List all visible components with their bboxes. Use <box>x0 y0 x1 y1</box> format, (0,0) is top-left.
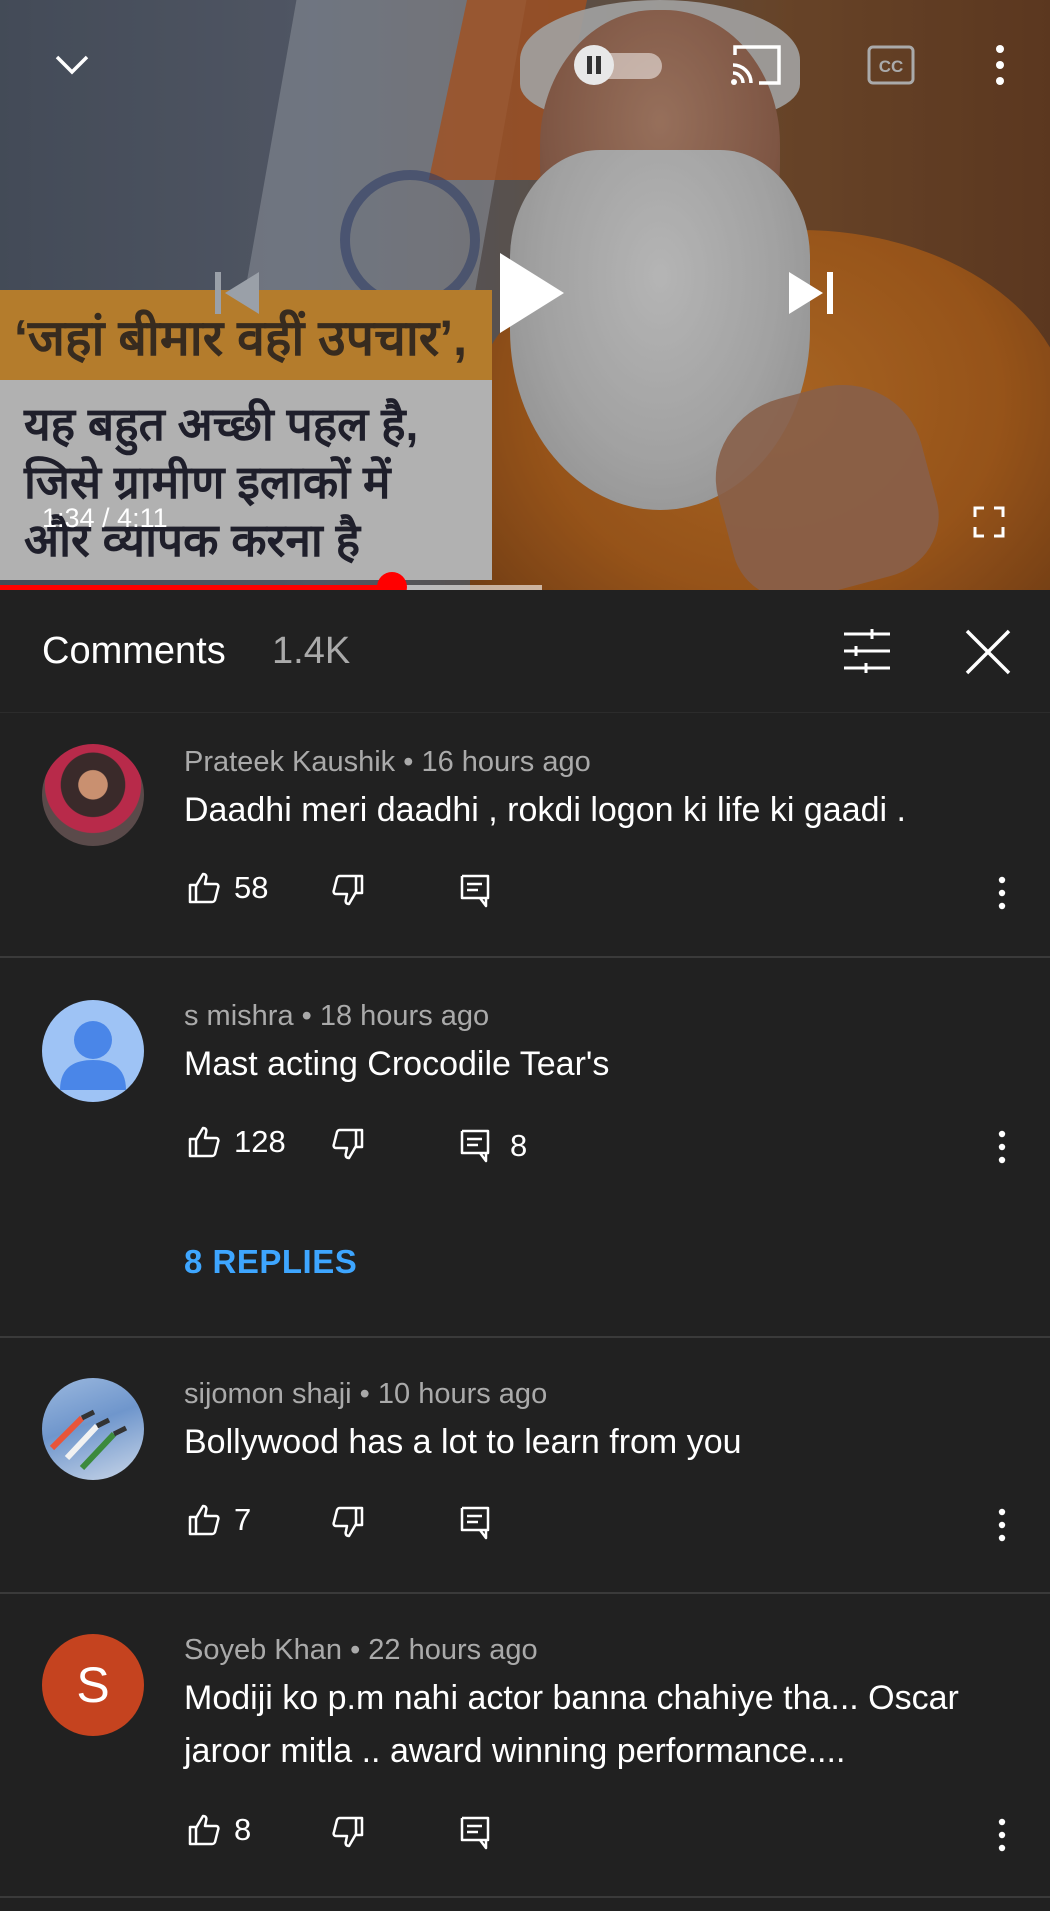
more-vert-icon <box>998 1130 1006 1164</box>
aircraft-formation-avatar <box>49 1409 128 1471</box>
view-replies-link[interactable]: 8 REPLIES <box>184 1243 357 1281</box>
comment-more-button[interactable] <box>995 876 1009 910</box>
reply-button[interactable] <box>460 1506 490 1540</box>
comment-author-meta[interactable]: s mishra • 18 hours ago <box>184 1000 489 1033</box>
avatar[interactable] <box>42 1378 144 1480</box>
reply-icon <box>460 874 490 908</box>
reply-icon <box>460 1129 490 1163</box>
filter-icon <box>844 629 890 673</box>
comment-author-meta[interactable]: Prateek Kaushik • 16 hours ago <box>184 746 591 779</box>
svg-text:CC: CC <box>879 57 904 76</box>
video-player[interactable]: ‘जहां बीमार वहीं उपचार’, यह बहुत अच्छी प… <box>0 0 1050 590</box>
fullscreen-button[interactable] <box>972 505 1006 539</box>
autoplay-toggle-knob <box>574 45 614 85</box>
dislike-button[interactable] <box>332 874 364 906</box>
captions-icon: CC <box>867 45 915 85</box>
next-button[interactable] <box>786 268 836 318</box>
captions-button[interactable]: CC <box>866 44 916 86</box>
comment-more-button[interactable] <box>995 1508 1009 1542</box>
play-icon <box>500 253 564 333</box>
player-more-button[interactable] <box>990 44 1010 86</box>
close-icon <box>965 629 1011 675</box>
fullscreen-icon <box>973 506 1005 538</box>
like-button[interactable]: 58 <box>188 870 268 906</box>
cast-button[interactable] <box>728 42 784 88</box>
dislike-button[interactable] <box>332 1816 364 1848</box>
close-comments-button[interactable] <box>964 628 1012 676</box>
sort-comments-button[interactable] <box>842 628 892 674</box>
like-icon <box>188 1814 220 1846</box>
comment-more-button[interactable] <box>995 1130 1009 1164</box>
comment-author-meta[interactable]: Soyeb Khan • 22 hours ago <box>184 1634 538 1667</box>
dislike-icon <box>332 1128 364 1160</box>
like-button[interactable]: 128 <box>188 1124 286 1160</box>
like-count: 7 <box>234 1502 252 1537</box>
comment-text: Daadhi meri daadhi , rokdi logon ki life… <box>184 791 906 829</box>
more-vert-icon <box>998 1818 1006 1852</box>
comments-title: Comments <box>42 630 226 672</box>
more-vert-icon <box>996 45 1004 85</box>
next-icon <box>789 272 833 314</box>
like-icon <box>188 872 220 904</box>
dislike-button[interactable] <box>332 1128 364 1160</box>
default-avatar-icon <box>60 1021 126 1090</box>
avatar[interactable] <box>42 1000 144 1102</box>
playback-time: 1:34 / 4:11 <box>42 503 168 533</box>
more-vert-icon <box>998 876 1006 910</box>
comment-text: Modiji ko p.m nahi actor banna chahiye t… <box>184 1679 959 1770</box>
dislike-button[interactable] <box>332 1506 364 1538</box>
chevron-down-icon <box>55 55 89 75</box>
avatar[interactable]: S <box>42 1634 144 1736</box>
reply-icon <box>460 1816 490 1850</box>
comment-item: Prateek Kaushik • 16 hours ago Daadhi me… <box>0 714 1050 958</box>
like-button[interactable]: 8 <box>188 1812 251 1848</box>
play-button[interactable] <box>496 250 568 336</box>
pause-icon <box>587 56 601 74</box>
reply-icon <box>460 1506 490 1540</box>
comment-item: s mishra • 18 hours ago Mast acting Croc… <box>0 958 1050 1338</box>
minimize-button[interactable] <box>50 45 94 85</box>
avatar[interactable] <box>42 744 144 846</box>
previous-icon <box>215 272 259 314</box>
like-count: 8 <box>234 1812 252 1847</box>
comments-count: 1.4K <box>272 630 351 672</box>
cast-icon <box>731 45 781 85</box>
dislike-icon <box>332 1506 364 1538</box>
autoplay-toggle[interactable] <box>574 45 666 85</box>
like-count: 128 <box>234 1124 286 1159</box>
comment-text: Bollywood has a lot to learn from you <box>184 1423 742 1461</box>
more-vert-icon <box>998 1508 1006 1542</box>
like-icon <box>188 1504 220 1536</box>
dislike-icon <box>332 874 364 906</box>
comment-item: S Soyeb Khan • 22 hours ago Modiji ko p.… <box>0 1594 1050 1898</box>
like-button[interactable]: 7 <box>188 1502 251 1538</box>
comment-author-meta[interactable]: sijomon shaji • 10 hours ago <box>184 1378 547 1411</box>
comment-more-button[interactable] <box>995 1818 1009 1852</box>
dislike-icon <box>332 1816 364 1848</box>
like-count: 58 <box>234 870 269 905</box>
reply-button[interactable] <box>460 1816 490 1850</box>
reply-button[interactable] <box>460 874 490 908</box>
like-icon <box>188 1126 220 1158</box>
previous-button[interactable] <box>212 268 262 318</box>
reply-button[interactable]: 8 <box>460 1128 527 1164</box>
comment-text: Mast acting Crocodile Tear's <box>184 1045 610 1083</box>
reply-count: 8 <box>510 1128 528 1163</box>
comment-item: sijomon shaji • 10 hours ago Bollywood h… <box>0 1338 1050 1594</box>
avatar-letter: S <box>76 1657 110 1713</box>
